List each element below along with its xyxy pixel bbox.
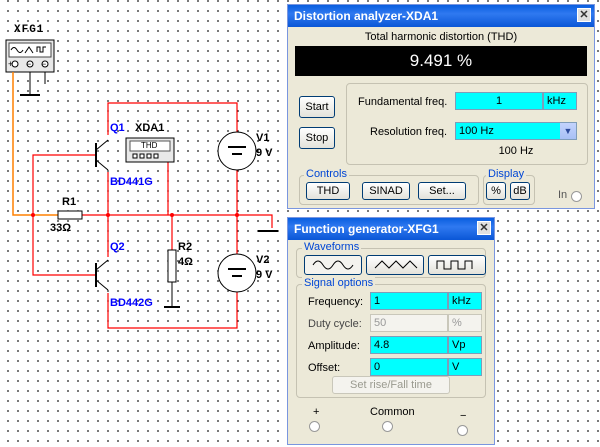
q1-label: Q1	[110, 122, 125, 134]
r1-value: 33Ω	[50, 222, 72, 234]
close-icon[interactable]: ✕	[477, 221, 491, 235]
input-terminal-icon[interactable]	[571, 191, 582, 202]
offset-input[interactable]: 0	[370, 358, 448, 376]
square-wave-button[interactable]	[428, 255, 486, 275]
dc-source-v2[interactable]	[217, 253, 257, 293]
frequency-unit[interactable]: kHz	[448, 292, 482, 310]
triangle-wave-button[interactable]	[366, 255, 424, 275]
common-terminal-label: Common	[370, 406, 415, 418]
thd-mode-caption: Total harmonic distortion (THD)	[364, 31, 518, 43]
minus-terminal-label: −	[460, 410, 467, 422]
transistor-q2[interactable]	[95, 259, 109, 291]
xda1-label: XDA1	[135, 122, 165, 134]
resistor-r2[interactable]	[167, 249, 177, 283]
v2-label: V2	[256, 254, 270, 266]
resistor-r1[interactable]	[57, 210, 83, 220]
fundamental-freq-label: Fundamental freq.	[358, 96, 448, 108]
plus-terminal-icon[interactable]	[309, 421, 320, 432]
q2-label: Q2	[110, 241, 125, 253]
v2-value: 9 V	[256, 269, 273, 281]
xda1-thd-label: THD	[141, 141, 158, 150]
set-rise-fall-time-button[interactable]: Set rise/Fall time	[332, 376, 450, 394]
square-wave-icon	[436, 260, 473, 270]
input-wire	[12, 72, 58, 216]
q2-part: BD442G	[110, 297, 153, 309]
r2-label: R2	[178, 241, 193, 253]
start-button[interactable]: Start	[299, 96, 335, 118]
fundamental-freq-unit[interactable]: kHz	[543, 92, 577, 110]
thd-button[interactable]: THD	[306, 182, 350, 200]
set-button[interactable]: Set...	[418, 182, 466, 200]
plus-terminal-label: +	[313, 406, 320, 418]
common-terminal-icon[interactable]	[382, 421, 393, 432]
duty-cycle-unit[interactable]: %	[448, 314, 482, 332]
transistor-q1[interactable]	[95, 139, 109, 171]
input-terminal-label: In	[558, 189, 568, 201]
controls-title: Controls	[304, 168, 349, 180]
fundamental-freq-input[interactable]: 1	[455, 92, 543, 110]
close-icon[interactable]: ✕	[577, 8, 591, 22]
signal-options-title: Signal options	[302, 277, 376, 289]
v1-value: 9 V	[256, 147, 273, 159]
v1-label: V1	[256, 132, 270, 144]
amplitude-unit[interactable]: Vp	[448, 336, 482, 354]
r1-label: R1	[62, 196, 77, 208]
stop-button[interactable]: Stop	[299, 127, 335, 149]
waveforms-title: Waveforms	[302, 241, 362, 253]
sine-wave-icon	[312, 260, 354, 270]
function-generator-titlebar[interactable]: Function generator-XFG1 ✕	[288, 218, 494, 240]
xfg1-label: XFG1	[14, 24, 45, 36]
display-title: Display	[486, 168, 527, 180]
resolution-freq-select[interactable]: 100 Hz ▼	[455, 122, 577, 140]
gen-plus-terminal: +	[8, 59, 14, 69]
function-generator-title: Function generator-XFG1	[294, 222, 439, 236]
offset-unit[interactable]: V	[448, 358, 482, 376]
chevron-down-icon[interactable]: ▼	[560, 123, 576, 139]
amplitude-label: Amplitude:	[308, 340, 360, 352]
distortion-analyzer-titlebar[interactable]: Distortion analyzer-XDA1 ✕	[288, 5, 594, 27]
dc-source-v1[interactable]	[217, 131, 257, 171]
resolution-freq-value: 100 Hz	[459, 125, 494, 137]
q1-part: BD441G	[110, 176, 153, 188]
percent-button[interactable]: %	[486, 182, 506, 200]
r2-value: 4Ω	[178, 256, 193, 268]
distortion-analyzer-title: Distortion analyzer-XDA1	[294, 9, 439, 23]
sinad-button[interactable]: SINAD	[362, 182, 410, 200]
duty-cycle-label: Duty cycle:	[308, 318, 362, 330]
thd-reading-display: 9.491 %	[295, 46, 587, 76]
db-button[interactable]: dB	[510, 182, 530, 200]
gen-minus-terminal: −	[41, 59, 47, 69]
amplitude-input[interactable]: 4.8	[370, 336, 448, 354]
function-generator-window: Function generator-XFG1 ✕ Waveforms Sign…	[287, 217, 495, 445]
resolution-freq-readout: 100 Hz	[498, 145, 534, 157]
offset-label: Offset:	[308, 362, 341, 374]
frequency-input[interactable]: 1	[370, 292, 448, 310]
distortion-analyzer-window: Distortion analyzer-XDA1 ✕ Total harmoni…	[287, 4, 595, 209]
frequency-label: Frequency:	[308, 296, 364, 308]
triangle-wave-icon	[374, 260, 418, 269]
minus-terminal-icon[interactable]	[457, 425, 468, 436]
duty-cycle-input[interactable]: 50	[370, 314, 448, 332]
resolution-freq-label: Resolution freq.	[370, 126, 448, 138]
gen-common-terminal: −	[26, 59, 32, 69]
sine-wave-button[interactable]	[304, 255, 362, 275]
